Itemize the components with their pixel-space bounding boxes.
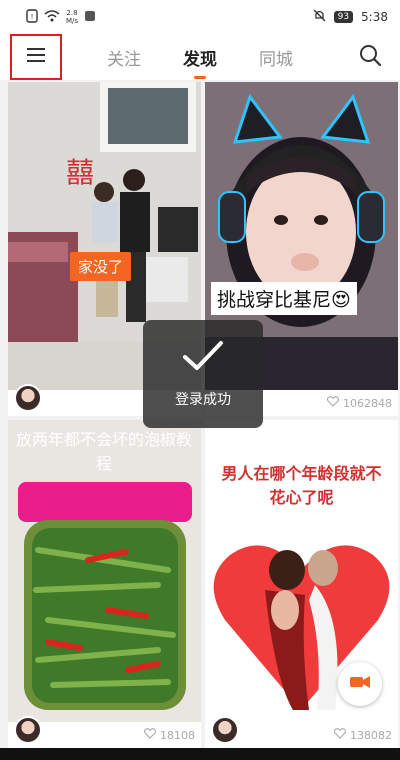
video-camera-icon	[349, 674, 371, 694]
video-thumbnail[interactable]: 男人在哪个年龄段就不花心了呢	[205, 420, 398, 722]
screen-bottom-edge	[0, 748, 400, 760]
video-caption: 男人在哪个年龄段就不花心了呢	[221, 464, 382, 507]
clock: 5:38	[361, 10, 388, 24]
net-speed-value: 2.8	[66, 9, 78, 17]
feed-card[interactable]: 放两年都不会坏的泡椒教程 18108	[8, 420, 201, 748]
tab-follow[interactable]: 关注	[105, 45, 143, 70]
feed-card[interactable]: 男人在哪个年龄段就不花心了呢 138082	[205, 420, 398, 748]
network-speed: 2.8 M/s	[66, 9, 78, 25]
hamburger-menu-icon	[25, 47, 47, 67]
notification-icon	[84, 10, 96, 25]
like-count: 1062848	[326, 396, 392, 410]
search-button[interactable]	[356, 43, 384, 71]
avatar[interactable]	[14, 716, 42, 744]
checkmark-icon	[181, 339, 225, 377]
sim-icon: !	[26, 8, 38, 26]
avatar[interactable]	[14, 384, 42, 412]
video-caption: 挑战穿比基尼😍	[211, 282, 357, 315]
heart-icon	[333, 728, 347, 742]
avatar[interactable]	[211, 716, 239, 744]
status-bar: ! 2.8 M/s 93 5:38	[0, 0, 400, 34]
app-screen: ! 2.8 M/s 93 5:38 关注 发现 同城 囍 家没了 挑战穿比基尼😍…	[0, 0, 400, 760]
like-count-value: 138082	[350, 728, 392, 742]
svg-text:!: !	[31, 13, 34, 21]
tab-local[interactable]: 同城	[257, 45, 295, 70]
svg-text:囍: 囍	[66, 156, 94, 189]
heart-icon	[143, 728, 157, 742]
status-left: ! 2.8 M/s	[26, 8, 96, 26]
record-button[interactable]	[338, 662, 382, 706]
toast-message: 登录成功	[175, 392, 231, 408]
search-icon	[358, 43, 382, 71]
video-caption: 放两年都不会坏的泡椒教程	[15, 430, 192, 473]
video-thumbnail[interactable]: 放两年都不会坏的泡椒教程	[8, 420, 201, 722]
card-footer: 138082	[205, 716, 398, 748]
like-count-value: 18108	[160, 728, 195, 742]
wifi-icon	[44, 9, 60, 25]
like-count-value: 1062848	[343, 396, 392, 410]
mute-icon	[313, 9, 326, 25]
net-speed-unit: M/s	[66, 17, 79, 25]
video-caption: 家没了	[70, 252, 132, 281]
card-footer: 18108	[8, 716, 201, 748]
like-count: 18108	[143, 728, 195, 742]
heart-icon	[326, 396, 340, 410]
tab-discover[interactable]: 发现	[181, 45, 219, 70]
battery-indicator: 93	[333, 11, 354, 23]
top-nav: 关注 发现 同城	[0, 34, 400, 80]
login-success-toast: 登录成功	[143, 320, 263, 428]
menu-button[interactable]	[10, 34, 62, 80]
like-count: 138082	[333, 728, 392, 742]
status-right: 93 5:38	[313, 9, 388, 25]
